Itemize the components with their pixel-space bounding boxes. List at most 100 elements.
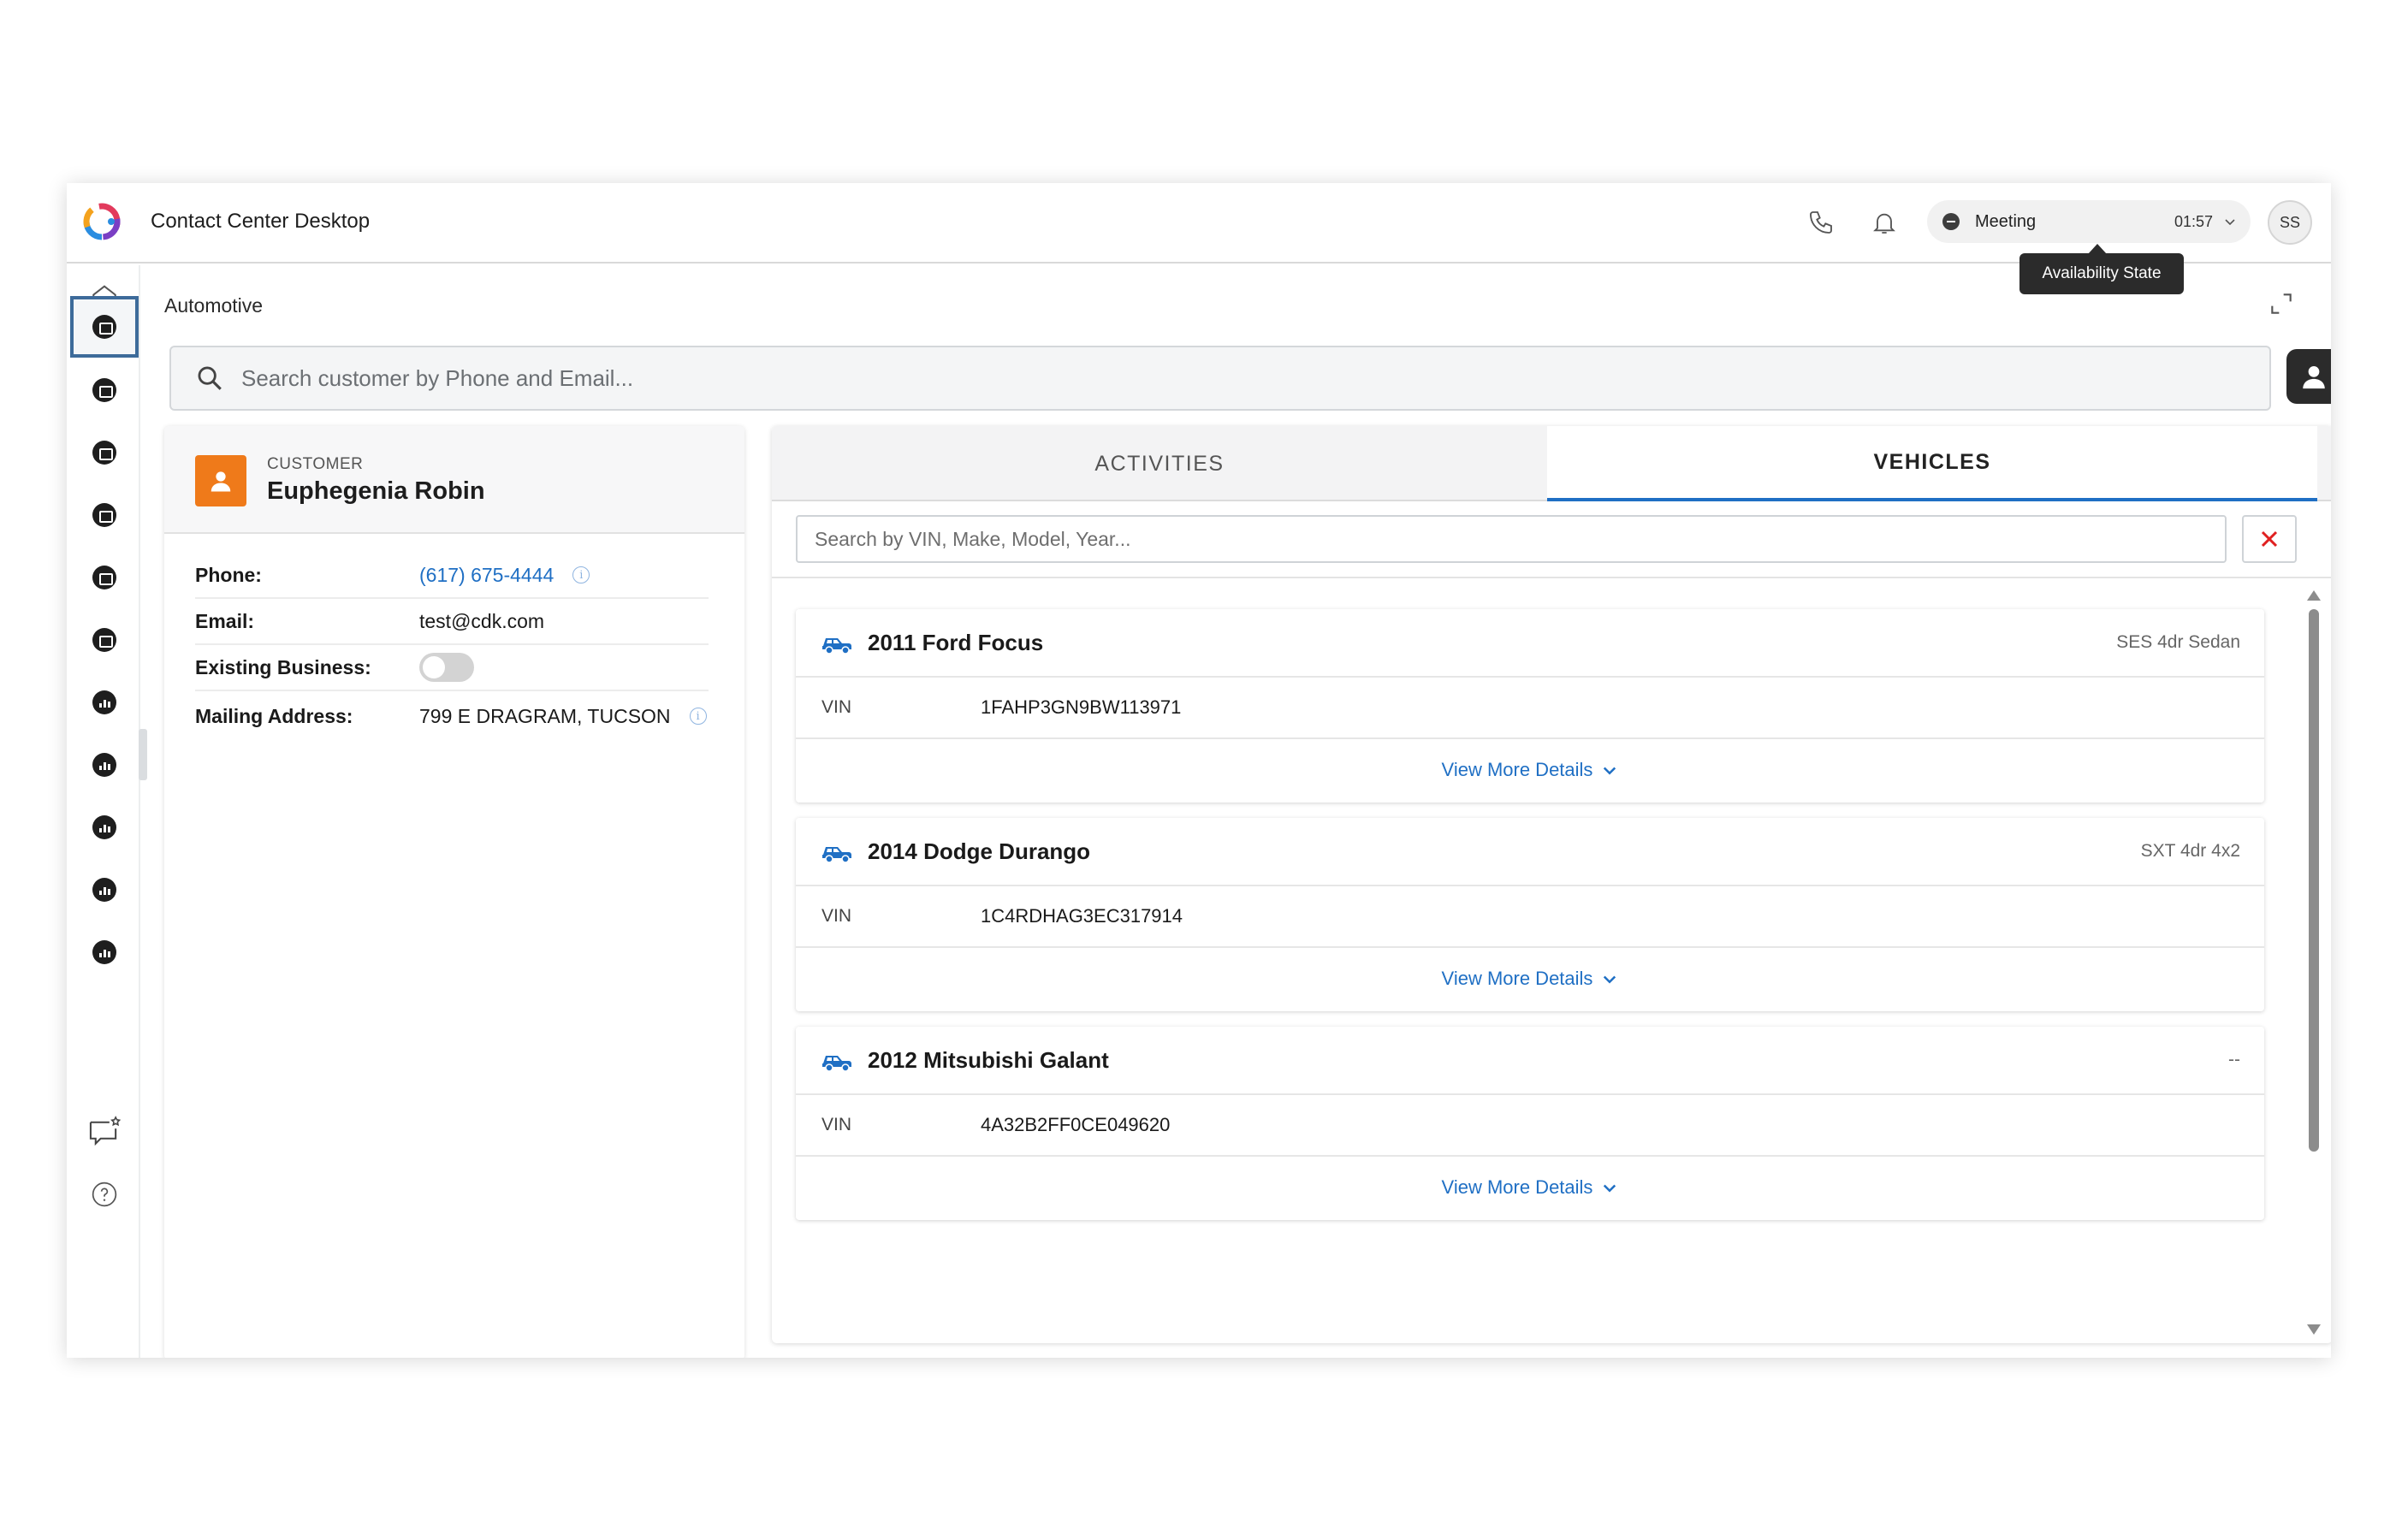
tab-activities[interactable]: ACTIVITIES <box>772 426 1547 501</box>
vin-label: VIN <box>821 906 852 926</box>
details-panel: ACTIVITIES VEHICLES 2011 Ford Focus SES … <box>772 426 2331 1343</box>
bell-icon[interactable] <box>1867 205 1901 240</box>
user-avatar[interactable]: SS <box>2268 200 2312 245</box>
chat-star-icon <box>89 1116 122 1146</box>
rail-feedback[interactable] <box>70 1100 139 1162</box>
rail-collapse-handle[interactable] <box>139 729 147 780</box>
vin-value: 1FAHP3GN9BW113971 <box>981 696 1182 718</box>
rail-chart-4[interactable] <box>70 859 139 921</box>
existing-business-label: Existing Business: <box>195 655 371 678</box>
rail-app-2[interactable] <box>70 359 139 421</box>
mailing-address-value: 799 E DRAGRAM, TUCSON <box>419 704 671 727</box>
vehicle-vin-row: VIN 1C4RDHAG3EC317914 <box>796 886 2264 948</box>
app-icon <box>92 566 116 589</box>
app-icon <box>92 503 116 527</box>
vehicle-search-input[interactable] <box>796 515 2227 563</box>
status-icon <box>1942 213 1960 230</box>
view-more-label: View More Details <box>1441 1176 1593 1198</box>
phone-value[interactable]: (617) 675-4444 <box>419 564 554 587</box>
close-icon <box>2261 530 2278 548</box>
vehicles-scrollbar[interactable] <box>2304 585 2322 1338</box>
customer-tag: CUSTOMER <box>267 455 364 473</box>
vehicle-header: 2012 Mitsubishi Galant -- <box>796 1027 2264 1095</box>
clear-search-button[interactable] <box>2242 515 2297 563</box>
availability-tooltip: Availability State <box>2019 244 2184 294</box>
field-phone: Phone: (617) 675-4444 i <box>195 553 709 599</box>
help-icon <box>92 1182 117 1207</box>
customer-profile-button[interactable] <box>2286 349 2331 404</box>
rail-app-3[interactable] <box>70 422 139 483</box>
rail-app-1[interactable] <box>70 296 139 358</box>
rail-help[interactable] <box>70 1164 139 1225</box>
rail-chart-1[interactable] <box>70 672 139 733</box>
rail-chart-3[interactable] <box>70 797 139 858</box>
car-icon <box>822 847 851 863</box>
vehicle-vin-row: VIN 4A32B2FF0CE049620 <box>796 1095 2264 1157</box>
chart-icon <box>92 815 116 839</box>
search-icon <box>198 366 222 390</box>
vehicle-card: 2012 Mitsubishi Galant -- VIN 4A32B2FF0C… <box>796 1027 2264 1220</box>
app-icon <box>92 441 116 465</box>
breadcrumb: Automotive <box>164 294 264 317</box>
mailing-address-label: Mailing Address: <box>195 704 353 727</box>
top-bar: Contact Center Desktop Meeting 01:57 SS <box>67 183 2331 264</box>
scroll-down-arrow[interactable] <box>2307 1324 2321 1335</box>
vehicle-header: 2014 Dodge Durango SXT 4dr 4x2 <box>796 818 2264 886</box>
person-icon <box>211 471 231 492</box>
view-more-details-link[interactable]: View More Details <box>796 948 2264 1010</box>
customer-name: Euphegenia Robin <box>267 477 485 505</box>
app-window: Contact Center Desktop Meeting 01:57 SS … <box>67 183 2331 1358</box>
tab-vehicles[interactable]: VEHICLES <box>1547 426 2317 501</box>
vin-label: VIN <box>821 697 852 717</box>
chevron-down-icon <box>2225 219 2235 226</box>
vin-value: 1C4RDHAG3EC317914 <box>981 905 1183 927</box>
customer-search-bar <box>169 346 2271 411</box>
rail-chart-2[interactable] <box>70 734 139 796</box>
rail-app-5[interactable] <box>70 547 139 608</box>
car-icon <box>822 638 851 654</box>
scroll-up-arrow[interactable] <box>2307 590 2321 601</box>
vehicle-card: 2011 Ford Focus SES 4dr Sedan VIN 1FAHP3… <box>796 609 2264 803</box>
expand-icon[interactable] <box>2268 290 2295 317</box>
chart-icon <box>92 878 116 902</box>
app-icon <box>92 628 116 652</box>
left-rail <box>67 265 139 1358</box>
rail-app-6[interactable] <box>70 609 139 671</box>
rail-chart-5[interactable] <box>70 921 139 983</box>
availability-dropdown[interactable]: Meeting 01:57 <box>1927 200 2251 243</box>
existing-business-toggle[interactable] <box>419 653 474 682</box>
info-icon[interactable]: i <box>572 566 590 583</box>
chart-icon <box>92 690 116 714</box>
vin-label: VIN <box>821 1115 852 1134</box>
rail-app-4[interactable] <box>70 484 139 546</box>
phone-label: Phone: <box>195 563 262 586</box>
vehicle-trim: SXT 4dr 4x2 <box>2140 841 2240 861</box>
vehicle-title: 2011 Ford Focus <box>868 629 1044 655</box>
vehicle-title: 2012 Mitsubishi Galant <box>868 1046 1109 1073</box>
email-value: test@cdk.com <box>419 609 545 632</box>
scroll-thumb[interactable] <box>2309 609 2319 1152</box>
vehicle-trim: SES 4dr Sedan <box>2116 632 2240 652</box>
app-title: Contact Center Desktop <box>151 210 371 233</box>
app-icon <box>92 378 116 402</box>
vehicle-title: 2014 Dodge Durango <box>868 838 1091 864</box>
status-timer: 01:57 <box>2174 212 2213 230</box>
customer-header: CUSTOMER Euphegenia Robin <box>164 426 744 534</box>
phone-icon[interactable] <box>1804 205 1838 240</box>
view-more-details-link[interactable]: View More Details <box>796 739 2264 801</box>
vehicle-trim: -- <box>2228 1050 2240 1069</box>
field-existing-business: Existing Business: <box>195 645 709 691</box>
vehicle-card: 2014 Dodge Durango SXT 4dr 4x2 VIN 1C4RD… <box>796 818 2264 1011</box>
customer-card: CUSTOMER Euphegenia Robin Phone: (617) 6… <box>164 426 744 1358</box>
vehicle-header: 2011 Ford Focus SES 4dr Sedan <box>796 609 2264 678</box>
chevron-down-icon <box>1604 767 1616 775</box>
rail-divider <box>139 265 140 1358</box>
view-more-details-link[interactable]: View More Details <box>796 1157 2264 1218</box>
field-mailing-address: Mailing Address: 799 E DRAGRAM, TUCSON i <box>195 693 709 739</box>
info-icon[interactable]: i <box>689 708 707 725</box>
customer-search-input[interactable] <box>241 364 1953 392</box>
chevron-down-icon <box>1604 975 1616 984</box>
app-icon <box>92 315 116 339</box>
field-email: Email: test@cdk.com <box>195 599 709 645</box>
vin-value: 4A32B2FF0CE049620 <box>981 1114 1171 1135</box>
